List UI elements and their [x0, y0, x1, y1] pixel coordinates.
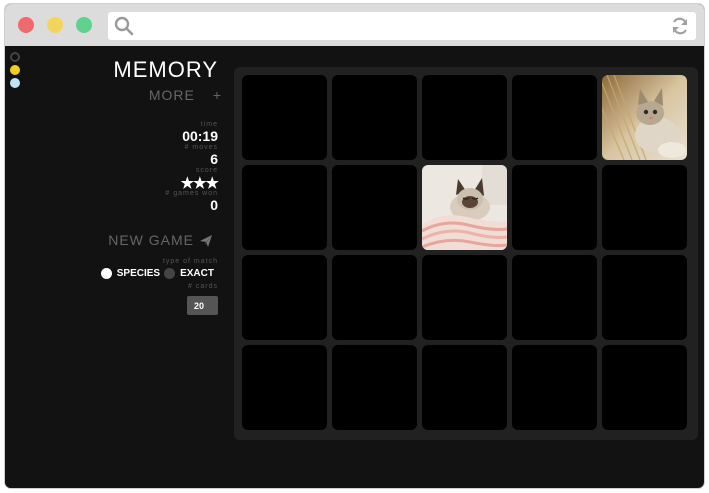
kitten-photo [602, 75, 687, 160]
species-label[interactable]: SPECIES [117, 268, 160, 279]
exact-label[interactable]: EXACT [180, 268, 214, 279]
match-type-label: type of match [162, 258, 218, 265]
moves-value: 6 [210, 151, 218, 167]
window-toolbar [5, 4, 704, 46]
cards-count-input[interactable] [187, 296, 218, 315]
card-r1-c4[interactable] [512, 75, 597, 160]
exact-radio[interactable] [164, 267, 176, 279]
games-won-label: # games won [165, 190, 218, 197]
time-label: time [200, 121, 218, 128]
plus-icon: + [212, 87, 222, 103]
card-r4-c3[interactable] [422, 345, 507, 430]
card-r1-c3[interactable] [422, 75, 507, 160]
card-r1-c2[interactable] [332, 75, 417, 160]
new-game-label: NEW GAME [108, 232, 194, 248]
card-r3-c3[interactable] [422, 255, 507, 340]
card-r4-c1[interactable] [242, 345, 327, 430]
card-r2-c4[interactable] [512, 165, 597, 250]
theme-swatch-yellow[interactable] [10, 65, 20, 75]
new-game-button[interactable]: NEW GAME [108, 232, 212, 248]
card-r2-c2[interactable] [332, 165, 417, 250]
paper-plane-icon [200, 235, 212, 247]
game-title: MEMORY [113, 57, 218, 82]
cards-label: # cards [188, 283, 218, 290]
more-button[interactable]: MORE + [149, 87, 222, 103]
minimize-window-button[interactable] [47, 17, 63, 33]
card-r2-c1[interactable] [242, 165, 327, 250]
card-r2-c5[interactable] [602, 165, 687, 250]
address-bar[interactable] [108, 12, 696, 40]
card-r1-c5-revealed[interactable] [602, 75, 687, 160]
kitten-photo [422, 165, 507, 250]
games-won-value: 0 [210, 197, 218, 213]
card-r3-c1[interactable] [242, 255, 327, 340]
search-icon [114, 16, 134, 41]
theme-swatch-blue[interactable] [10, 78, 20, 88]
score-label: score [195, 167, 218, 174]
theme-swatch-dark[interactable] [10, 52, 20, 62]
species-radio[interactable] [100, 267, 112, 279]
card-r4-c2[interactable] [332, 345, 417, 430]
card-r4-c5[interactable] [602, 345, 687, 430]
app-window: MEMORY MORE + time 00:19 # moves 6 score … [5, 4, 704, 488]
time-value: 00:19 [182, 128, 218, 144]
card-r1-c1[interactable] [242, 75, 327, 160]
card-r3-c2[interactable] [332, 255, 417, 340]
reload-icon[interactable] [670, 16, 690, 41]
card-grid [242, 75, 687, 430]
card-r2-c3-revealed[interactable] [422, 165, 507, 250]
game-sidebar: MEMORY MORE + time 00:19 # moves 6 score … [5, 46, 230, 488]
game-board [234, 67, 698, 440]
card-r3-c5[interactable] [602, 255, 687, 340]
more-label: MORE [148, 87, 195, 103]
card-r3-c4[interactable] [512, 255, 597, 340]
match-type-selector: SPECIES EXACT [100, 266, 218, 280]
maximize-window-button[interactable] [76, 17, 92, 33]
card-r4-c4[interactable] [512, 345, 597, 430]
close-window-button[interactable] [18, 17, 34, 33]
moves-label: # moves [184, 144, 218, 151]
